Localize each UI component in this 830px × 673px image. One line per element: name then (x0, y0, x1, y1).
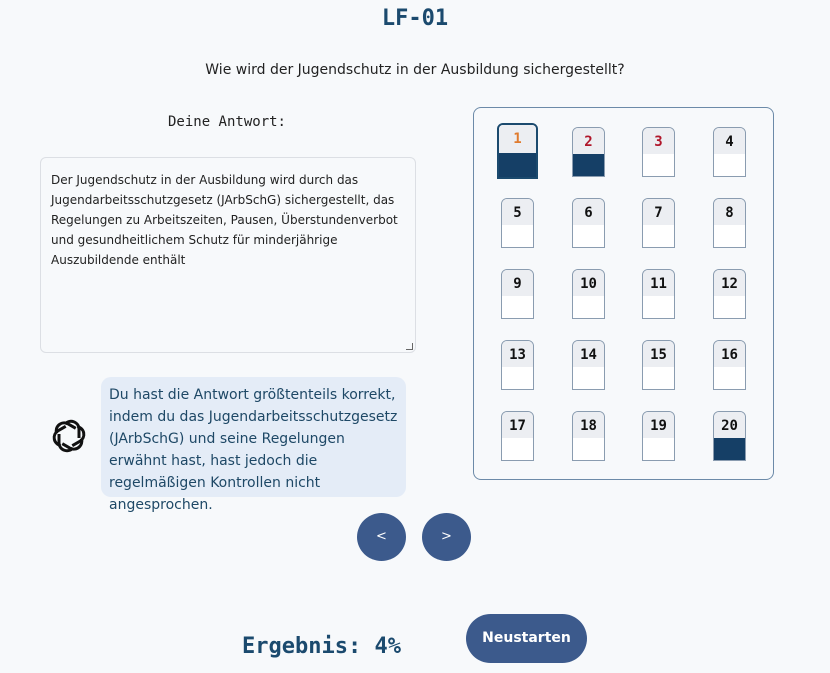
question-tile-status (714, 296, 745, 318)
question-tile-4[interactable]: 4 (713, 127, 746, 177)
question-tile-label: 14 (573, 341, 604, 367)
question-tile-label: 3 (643, 128, 674, 154)
question-tile-status (502, 438, 533, 460)
openai-logo-icon (52, 419, 86, 453)
question-tile-status (502, 296, 533, 318)
question-tile-label: 5 (502, 199, 533, 225)
question-tile-12[interactable]: 12 (713, 269, 746, 319)
question-tile-18[interactable]: 18 (572, 411, 605, 461)
question-tile-8[interactable]: 8 (713, 198, 746, 248)
question-tile-label: 16 (714, 341, 745, 367)
answer-label: Deine Antwort: (167, 114, 286, 130)
question-tile-label: 2 (573, 128, 604, 154)
question-tile-status (573, 154, 604, 176)
question-tile-label: 15 (643, 341, 674, 367)
question-tile-9[interactable]: 9 (501, 269, 534, 319)
result-text: Ergebnis: 4% (242, 634, 401, 659)
question-tile-status (643, 438, 674, 460)
question-tile-2[interactable]: 2 (572, 127, 605, 177)
question-tile-17[interactable]: 17 (501, 411, 534, 461)
question-tile-11[interactable]: 11 (642, 269, 675, 319)
page-title: LF-01 (381, 6, 449, 31)
question-tile-14[interactable]: 14 (572, 340, 605, 390)
question-tile-label: 9 (502, 270, 533, 296)
question-tile-status (714, 225, 745, 247)
question-tile-status (573, 225, 604, 247)
question-text: Wie wird der Jugendschutz in der Ausbild… (0, 62, 830, 78)
question-tile-status (643, 296, 674, 318)
resize-grip-icon[interactable] (406, 343, 413, 350)
question-tile-7[interactable]: 7 (642, 198, 675, 248)
question-tile-label: 11 (643, 270, 674, 296)
question-tile-label: 8 (714, 199, 745, 225)
question-tile-status (643, 225, 674, 247)
question-tile-label: 20 (714, 412, 745, 438)
question-tile-status (573, 367, 604, 389)
question-tile-19[interactable]: 19 (642, 411, 675, 461)
question-grid: 1 2 3 4 5 6 7 8 9 10 11 12 13 14 15 16 17 18 19 20 (473, 107, 774, 480)
question-tile-6[interactable]: 6 (572, 198, 605, 248)
question-label: Wie wird der Jugendschutz in der Ausbild… (205, 62, 625, 78)
question-tile-label: 12 (714, 270, 745, 296)
answer-textarea[interactable]: Der Jugendschutz in der Ausbildung wird … (40, 157, 416, 353)
question-tile-10[interactable]: 10 (572, 269, 605, 319)
question-tile-16[interactable]: 16 (713, 340, 746, 390)
question-tile-13[interactable]: 13 (501, 340, 534, 390)
question-tile-label: 6 (573, 199, 604, 225)
answer-text: Der Jugendschutz in der Ausbildung wird … (51, 173, 398, 267)
question-tile-15[interactable]: 15 (642, 340, 675, 390)
question-tile-label: 13 (502, 341, 533, 367)
question-tile-status (499, 153, 536, 177)
feedback-bubble: Du hast die Antwort größtenteils korrekt… (101, 377, 406, 513)
question-tile-status (573, 438, 604, 460)
question-tile-status (573, 296, 604, 318)
question-tile-label: 10 (573, 270, 604, 296)
question-tile-status (714, 154, 745, 176)
restart-button[interactable]: Neustarten (466, 614, 587, 663)
question-tile-3[interactable]: 3 (642, 127, 675, 177)
question-tile-status (714, 367, 745, 389)
question-tile-label: 4 (714, 128, 745, 154)
next-button[interactable]: > (422, 513, 471, 561)
prev-button[interactable]: < (357, 513, 406, 561)
question-tile-status (502, 367, 533, 389)
question-tile-5[interactable]: 5 (501, 198, 534, 248)
question-tile-status (643, 154, 674, 176)
question-tile-status (502, 225, 533, 247)
question-tile-label: 7 (643, 199, 674, 225)
question-tile-1[interactable]: 1 (497, 123, 538, 179)
question-tile-status (714, 438, 745, 460)
question-tile-label: 19 (643, 412, 674, 438)
question-tile-label: 18 (573, 412, 604, 438)
question-tile-20[interactable]: 20 (713, 411, 746, 461)
question-tile-label: 17 (502, 412, 533, 438)
question-tile-label: 1 (499, 125, 536, 153)
question-tile-status (643, 367, 674, 389)
